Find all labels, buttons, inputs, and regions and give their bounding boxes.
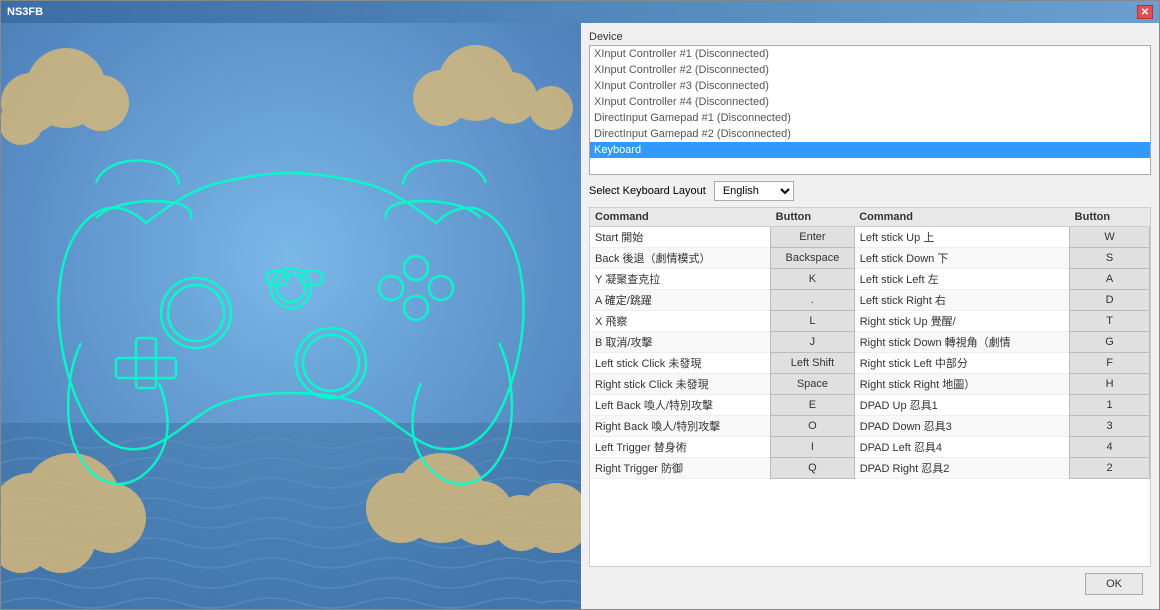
cmd1-cell: Right stick Click 未發現 xyxy=(590,374,771,395)
btn2-cell[interactable]: 1 xyxy=(1070,395,1150,416)
cmd1-cell: Right Back 喚人/特別攻擊 xyxy=(590,416,771,437)
window-title: NS3FB xyxy=(7,6,43,18)
btn1-cell[interactable]: L xyxy=(771,311,855,332)
cmd2-cell: DPAD Down 忍具3 xyxy=(854,416,1069,437)
device-item[interactable]: Keyboard xyxy=(590,142,1150,158)
btn2-cell[interactable]: W xyxy=(1070,227,1150,248)
bottom-bar: OK xyxy=(589,567,1151,601)
cmd1-cell: Left stick Click 未發現 xyxy=(590,353,771,374)
table-row: Left Trigger 替身術IDPAD Left 忍具44 xyxy=(590,437,1150,458)
btn2-cell[interactable]: D xyxy=(1070,290,1150,311)
btn2-cell[interactable]: F xyxy=(1070,353,1150,374)
table-row: Start 開始EnterLeft stick Up 上W xyxy=(590,227,1150,248)
table-row: Y 凝聚查克拉KLeft stick Left 左A xyxy=(590,269,1150,290)
cmd2-cell: Right stick Down 轉視角（劇情 xyxy=(854,332,1069,353)
table-row: Right stick Click 未發現SpaceRight stick Ri… xyxy=(590,374,1150,395)
col-command1: Command xyxy=(590,208,771,227)
keyboard-row: Select Keyboard Layout EnglishJapaneseCh… xyxy=(589,181,1151,201)
cmd1-cell: Left Back 喚人/特別攻擊 xyxy=(590,395,771,416)
device-list[interactable]: XInput Controller #1 (Disconnected)XInpu… xyxy=(589,45,1151,175)
cmd2-cell: Left stick Up 上 xyxy=(854,227,1069,248)
btn2-cell[interactable]: S xyxy=(1070,248,1150,269)
close-button[interactable]: ✕ xyxy=(1137,5,1153,19)
btn1-cell[interactable]: Enter xyxy=(771,227,855,248)
btn1-cell[interactable]: Q xyxy=(771,458,855,479)
btn1-cell[interactable]: Backspace xyxy=(771,248,855,269)
btn1-cell[interactable]: K xyxy=(771,269,855,290)
btn2-cell[interactable]: 2 xyxy=(1070,458,1150,479)
bindings-table: Command Button Command Button Start 開始En… xyxy=(590,208,1150,479)
table-row: X 飛察LRight stick Up 覺醒/T xyxy=(590,311,1150,332)
cmd1-cell: A 確定/跳躍 xyxy=(590,290,771,311)
table-row: Left stick Click 未發現Left ShiftRight stic… xyxy=(590,353,1150,374)
table-row: A 確定/跳躍.Left stick Right 右D xyxy=(590,290,1150,311)
left-panel xyxy=(1,23,581,609)
device-item[interactable]: XInput Controller #3 (Disconnected) xyxy=(590,78,1150,94)
btn1-cell[interactable]: E xyxy=(771,395,855,416)
main-window: NS3FB ✕ xyxy=(0,0,1160,610)
cmd2-cell: Right stick Up 覺醒/ xyxy=(854,311,1069,332)
cmd1-cell: Right Trigger 防御 xyxy=(590,458,771,479)
table-row: Right Back 喚人/特別攻擊ODPAD Down 忍具33 xyxy=(590,416,1150,437)
btn2-cell[interactable]: 3 xyxy=(1070,416,1150,437)
cmd1-cell: Left Trigger 替身術 xyxy=(590,437,771,458)
btn2-cell[interactable]: 4 xyxy=(1070,437,1150,458)
keyboard-layout-label: Select Keyboard Layout xyxy=(589,185,706,197)
btn2-cell[interactable]: T xyxy=(1070,311,1150,332)
btn1-cell[interactable]: J xyxy=(771,332,855,353)
cmd1-cell: B 取消/攻擊 xyxy=(590,332,771,353)
keyboard-layout-select[interactable]: EnglishJapaneseChinese xyxy=(714,181,794,201)
cmd1-cell: Y 凝聚查克拉 xyxy=(590,269,771,290)
right-panel: Device XInput Controller #1 (Disconnecte… xyxy=(581,23,1159,609)
device-item[interactable]: XInput Controller #1 (Disconnected) xyxy=(590,46,1150,62)
commands-table: Command Button Command Button Start 開始En… xyxy=(589,207,1151,567)
col-command2: Command xyxy=(854,208,1069,227)
cmd1-cell: Start 開始 xyxy=(590,227,771,248)
cmd1-cell: Back 後退（劇情模式） xyxy=(590,248,771,269)
cmd2-cell: Left stick Down 下 xyxy=(854,248,1069,269)
device-item[interactable]: DirectInput Gamepad #1 (Disconnected) xyxy=(590,110,1150,126)
table-row: B 取消/攻擊JRight stick Down 轉視角（劇情G xyxy=(590,332,1150,353)
device-section: Device XInput Controller #1 (Disconnecte… xyxy=(589,31,1151,175)
table-row: Left Back 喚人/特別攻擊EDPAD Up 忍具11 xyxy=(590,395,1150,416)
cmd2-cell: DPAD Left 忍具4 xyxy=(854,437,1069,458)
btn2-cell[interactable]: H xyxy=(1070,374,1150,395)
bindings-tbody: Start 開始EnterLeft stick Up 上WBack 後退（劇情模… xyxy=(590,227,1150,479)
device-item[interactable]: DirectInput Gamepad #2 (Disconnected) xyxy=(590,126,1150,142)
main-content: Device XInput Controller #1 (Disconnecte… xyxy=(1,23,1159,609)
table-row: Right Trigger 防御QDPAD Right 忍具22 xyxy=(590,458,1150,479)
cmd2-cell: Left stick Left 左 xyxy=(854,269,1069,290)
col-button2: Button xyxy=(1070,208,1150,227)
table-header-row: Command Button Command Button xyxy=(590,208,1150,227)
btn2-cell[interactable]: A xyxy=(1070,269,1150,290)
btn1-cell[interactable]: I xyxy=(771,437,855,458)
title-bar: NS3FB ✕ xyxy=(1,1,1159,23)
btn1-cell[interactable]: O xyxy=(771,416,855,437)
btn1-cell[interactable]: Left Shift xyxy=(771,353,855,374)
cmd2-cell: DPAD Up 忍具1 xyxy=(854,395,1069,416)
cmd2-cell: DPAD Right 忍具2 xyxy=(854,458,1069,479)
cmd1-cell: X 飛察 xyxy=(590,311,771,332)
cmd2-cell: Right stick Right 地圖） xyxy=(854,374,1069,395)
background-art xyxy=(1,23,581,609)
cmd2-cell: Right stick Left 中部分 xyxy=(854,353,1069,374)
device-label: Device xyxy=(589,31,1151,43)
btn1-cell[interactable]: Space xyxy=(771,374,855,395)
btn2-cell[interactable]: G xyxy=(1070,332,1150,353)
ok-button[interactable]: OK xyxy=(1085,573,1143,595)
device-item[interactable]: XInput Controller #4 (Disconnected) xyxy=(590,94,1150,110)
col-button1: Button xyxy=(771,208,855,227)
table-row: Back 後退（劇情模式）BackspaceLeft stick Down 下S xyxy=(590,248,1150,269)
cmd2-cell: Left stick Right 右 xyxy=(854,290,1069,311)
device-item[interactable]: XInput Controller #2 (Disconnected) xyxy=(590,62,1150,78)
btn1-cell[interactable]: . xyxy=(771,290,855,311)
